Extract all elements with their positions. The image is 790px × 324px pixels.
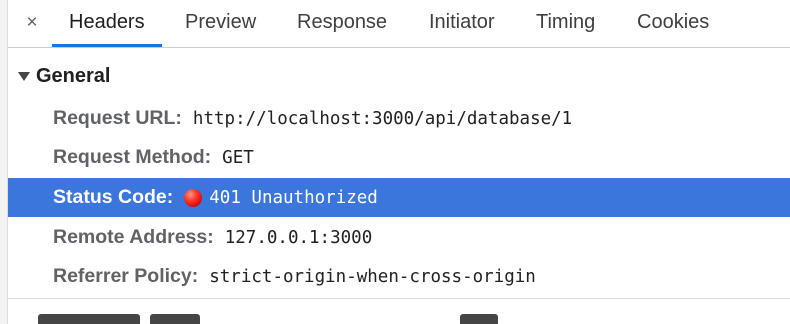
header-value: strict-origin-when-cross-origin [209,266,536,287]
tab-bar: × Headers Preview Response Initiator Tim… [8,0,790,48]
request-method-row[interactable]: Request Method: GET [8,138,790,177]
cut-off-text [150,314,200,324]
general-section-header[interactable]: General [18,62,110,90]
cut-off-text [38,314,140,324]
header-value: GET [222,147,254,168]
triangle-down-icon [18,71,30,81]
header-key: Status Code: [53,186,174,208]
header-value: http://localhost:3000/api/database/1 [192,108,573,129]
active-tab-indicator [52,44,162,47]
status-error-dot-icon [184,188,203,207]
header-key: Request Method: [53,146,212,168]
header-key: Remote Address: [53,226,214,248]
tab-preview[interactable]: Preview [185,0,256,47]
tab-timing[interactable]: Timing [536,0,595,47]
close-icon[interactable]: × [22,10,42,36]
header-value: 401 Unauthorized [209,187,378,208]
cut-off-text [460,314,498,324]
tab-headers[interactable]: Headers [69,0,145,47]
left-gutter [0,0,8,324]
response-headers-section-header-cutoff[interactable] [38,314,498,324]
tab-response[interactable]: Response [297,0,387,47]
header-key: Referrer Policy: [53,265,199,287]
referrer-policy-row[interactable]: Referrer Policy: strict-origin-when-cros… [8,257,790,296]
tab-cookies[interactable]: Cookies [637,0,709,47]
section-divider [8,298,790,299]
remote-address-row[interactable]: Remote Address: 127.0.0.1:3000 [8,218,790,257]
status-code-row[interactable]: Status Code: 401 Unauthorized [8,178,790,217]
tab-initiator[interactable]: Initiator [429,0,495,47]
request-url-row[interactable]: Request URL: http://localhost:3000/api/d… [8,99,790,138]
header-key: Request URL: [53,107,182,129]
general-section-title: General [36,64,111,87]
header-value: 127.0.0.1:3000 [224,227,373,248]
